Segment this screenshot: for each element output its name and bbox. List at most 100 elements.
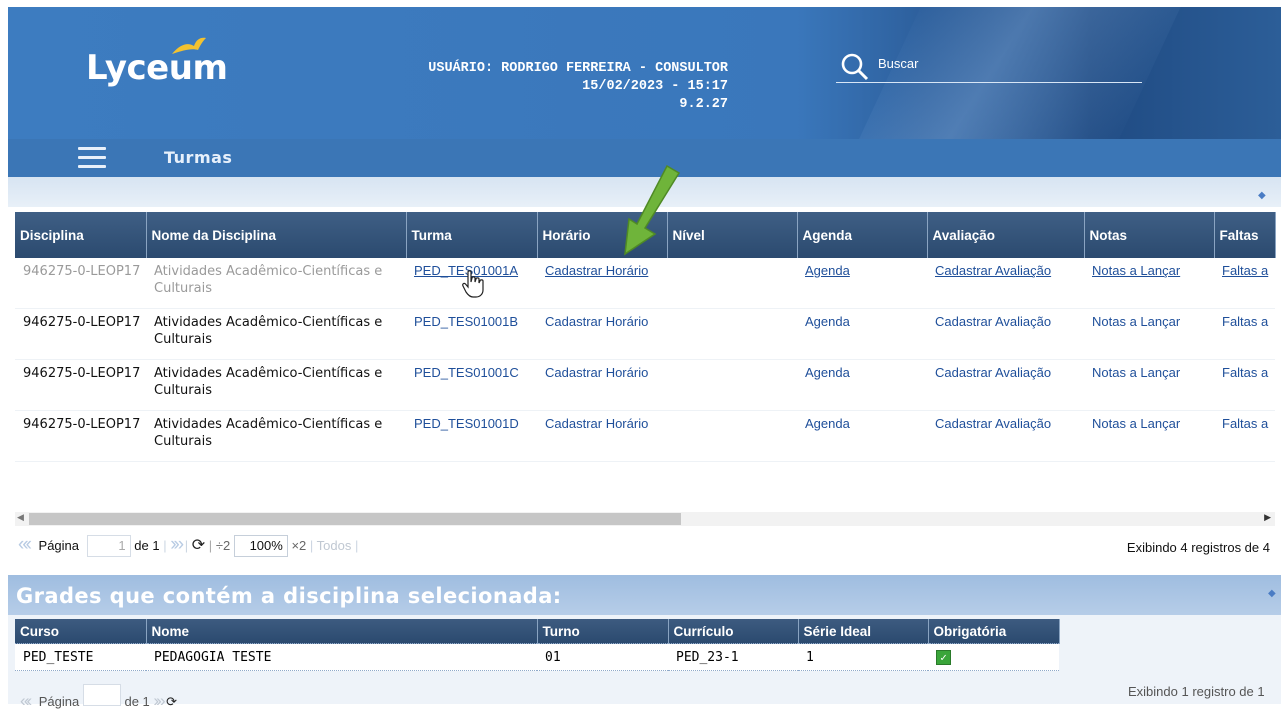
grades-records-status: Exibindo 1 registro de 1 xyxy=(1128,684,1265,699)
col-header-agenda[interactable]: Agenda xyxy=(797,212,928,258)
col-header-disciplina[interactable]: Disciplina xyxy=(15,212,147,258)
nome-cell: Atividades Acadêmico-Científicas e Cultu… xyxy=(146,359,406,411)
first-page-icon[interactable]: «‹ xyxy=(20,691,32,710)
disciplina-cell: 946275-0-LEOP17 xyxy=(15,308,146,360)
col-header-avaliacao[interactable]: Avaliação xyxy=(927,212,1085,258)
curso-cell: PED_TESTE xyxy=(15,643,146,671)
zoom-in-button[interactable]: ×2 xyxy=(291,538,306,553)
search-input-underline[interactable] xyxy=(836,82,1142,83)
nivel-cell xyxy=(667,359,797,411)
user-line: USUÁRIO: RODRIGO FERREIRA - CONSULTOR xyxy=(428,61,728,76)
zoom-input[interactable]: 100% xyxy=(233,535,288,557)
faltas-link[interactable]: Faltas a xyxy=(1214,359,1275,411)
avaliacao-link[interactable]: Cadastrar Avaliação xyxy=(927,258,1084,309)
hand-cursor-icon xyxy=(462,270,484,298)
col-header-faltas[interactable]: Faltas xyxy=(1214,212,1276,258)
records-status: Exibindo 4 registros de 4 xyxy=(1126,540,1270,555)
scroll-right-icon[interactable]: ▶ xyxy=(1264,512,1271,523)
col-header-nome[interactable]: Nome da Disciplina xyxy=(146,212,407,258)
search-input-label[interactable]: Buscar xyxy=(878,56,918,71)
col-header-obrigatoria[interactable]: Obrigatória xyxy=(928,619,1060,644)
datetime: 15/02/2023 - 15:17 xyxy=(582,79,728,94)
horizontal-scrollbar[interactable]: ◀ ▶ xyxy=(15,512,1275,526)
user-info: USUÁRIO: RODRIGO FERREIRA - CONSULTOR 15… xyxy=(340,60,728,114)
nivel-cell xyxy=(667,308,797,360)
page-count: de 1 xyxy=(124,694,150,709)
notas-link[interactable]: Notas a Lançar xyxy=(1084,359,1214,411)
nome-cell: Atividades Acadêmico-Científicas e Cultu… xyxy=(146,258,406,309)
agenda-link[interactable]: Agenda xyxy=(797,308,927,360)
agenda-link[interactable]: Agenda xyxy=(797,258,927,309)
agenda-link[interactable]: Agenda xyxy=(797,410,927,462)
col-header-serie[interactable]: Série Ideal xyxy=(798,619,929,644)
page-title: Turmas xyxy=(164,148,233,167)
turma-link[interactable]: PED_TES01001C xyxy=(406,359,537,411)
agenda-link[interactable]: Agenda xyxy=(797,359,927,411)
disciplina-cell: 946275-0-LEOP17 xyxy=(15,258,146,309)
version: 9.2.27 xyxy=(679,97,728,112)
horario-link[interactable]: Cadastrar Horário xyxy=(537,308,667,360)
header-decoration xyxy=(836,7,1200,139)
turma-link[interactable]: PED_TES01001B xyxy=(406,308,537,360)
avaliacao-link[interactable]: Cadastrar Avaliação xyxy=(927,410,1084,462)
page-number-input[interactable]: 1 xyxy=(86,535,131,557)
first-page-icon[interactable]: «‹ xyxy=(18,534,32,555)
panel-collapse-icon[interactable]: ◆ xyxy=(1258,190,1266,201)
notas-link[interactable]: Notas a Lançar xyxy=(1084,258,1214,309)
zoom-out-button[interactable]: ÷2 xyxy=(216,538,230,553)
horario-link[interactable]: Cadastrar Horário xyxy=(537,359,667,411)
green-arrow-icon xyxy=(624,164,681,256)
checkbox-checked-icon: ✓ xyxy=(936,649,951,665)
turma-link[interactable]: PED_TES01001D xyxy=(406,410,537,462)
turno-cell: 01 xyxy=(537,643,668,671)
table-row[interactable]: 946275-0-LEOP17 Atividades Acadêmico-Cie… xyxy=(15,359,1275,411)
col-header-turno[interactable]: Turno xyxy=(537,619,669,644)
show-all-button[interactable]: Todos xyxy=(317,538,352,553)
disciplina-cell: 946275-0-LEOP17 xyxy=(15,410,146,462)
page-number-input[interactable] xyxy=(82,684,121,706)
serie-cell: 1 xyxy=(798,643,928,671)
horario-link[interactable]: Cadastrar Horário xyxy=(537,410,667,462)
faltas-link[interactable]: Faltas a xyxy=(1214,258,1275,309)
refresh-icon[interactable]: ⟳ xyxy=(192,537,205,554)
horario-link[interactable]: Cadastrar Horário xyxy=(537,258,667,309)
grades-table: Curso Nome Turno Currículo Série Ideal O… xyxy=(15,619,1060,671)
faltas-link[interactable]: Faltas a xyxy=(1214,410,1275,462)
last-page-icon[interactable]: ›» xyxy=(153,691,165,710)
notas-link[interactable]: Notas a Lançar xyxy=(1084,308,1214,360)
col-header-curso[interactable]: Curso xyxy=(15,619,147,644)
curriculo-cell: PED_23-1 xyxy=(668,643,798,671)
logo-bird-icon xyxy=(172,37,206,54)
search-icon[interactable] xyxy=(840,52,870,82)
table-header-row: Curso Nome Turno Currículo Série Ideal O… xyxy=(15,619,1060,644)
col-header-notas[interactable]: Notas xyxy=(1084,212,1215,258)
col-header-curriculo[interactable]: Currículo xyxy=(668,619,799,644)
table-row[interactable]: PED_TESTE PEDAGOGIA TESTE 01 PED_23-1 1 … xyxy=(15,643,1059,671)
col-header-turma[interactable]: Turma xyxy=(406,212,538,258)
scrollbar-thumb[interactable] xyxy=(29,513,681,525)
hamburger-menu-icon[interactable] xyxy=(78,147,106,169)
notas-link[interactable]: Notas a Lançar xyxy=(1084,410,1214,462)
avaliacao-link[interactable]: Cadastrar Avaliação xyxy=(927,359,1084,411)
table-row[interactable]: 946275-0-LEOP17 Atividades Acadêmico-Cie… xyxy=(15,410,1275,462)
table-row[interactable]: 946275-0-LEOP17 Atividades Acadêmico-Cie… xyxy=(15,308,1275,360)
nivel-cell xyxy=(667,410,797,462)
scroll-left-icon[interactable]: ◀ xyxy=(17,512,24,523)
grades-pager: «‹ Página de 1 ›» ⟳ xyxy=(20,684,177,711)
nome-cell: Atividades Acadêmico-Científicas e Cultu… xyxy=(146,410,406,462)
faltas-link[interactable]: Faltas a xyxy=(1214,308,1275,360)
refresh-icon[interactable]: ⟳ xyxy=(166,694,177,709)
col-header-nome[interactable]: Nome xyxy=(146,619,538,644)
nome-cell: Atividades Acadêmico-Científicas e Cultu… xyxy=(146,308,406,360)
page-label: Página xyxy=(38,694,80,709)
last-page-icon[interactable]: ›» xyxy=(170,534,184,555)
avaliacao-link[interactable]: Cadastrar Avaliação xyxy=(927,308,1084,360)
nivel-cell xyxy=(667,258,797,309)
obrigatoria-cell: ✓ xyxy=(928,643,1059,671)
table-row[interactable]: 946275-0-LEOP17 Atividades Acadêmico-Cie… xyxy=(15,258,1275,309)
pager: «‹ Página 1 de 1 | ›» | ⟳ | ÷2 100% ×2 |… xyxy=(18,534,359,557)
grades-panel-title: Grades que contém a disciplina seleciona… xyxy=(16,584,562,608)
grades-collapse-icon[interactable]: ◆ xyxy=(1268,588,1276,599)
page-count: de 1 xyxy=(134,538,160,553)
col-header-nivel[interactable]: Nível xyxy=(667,212,798,258)
